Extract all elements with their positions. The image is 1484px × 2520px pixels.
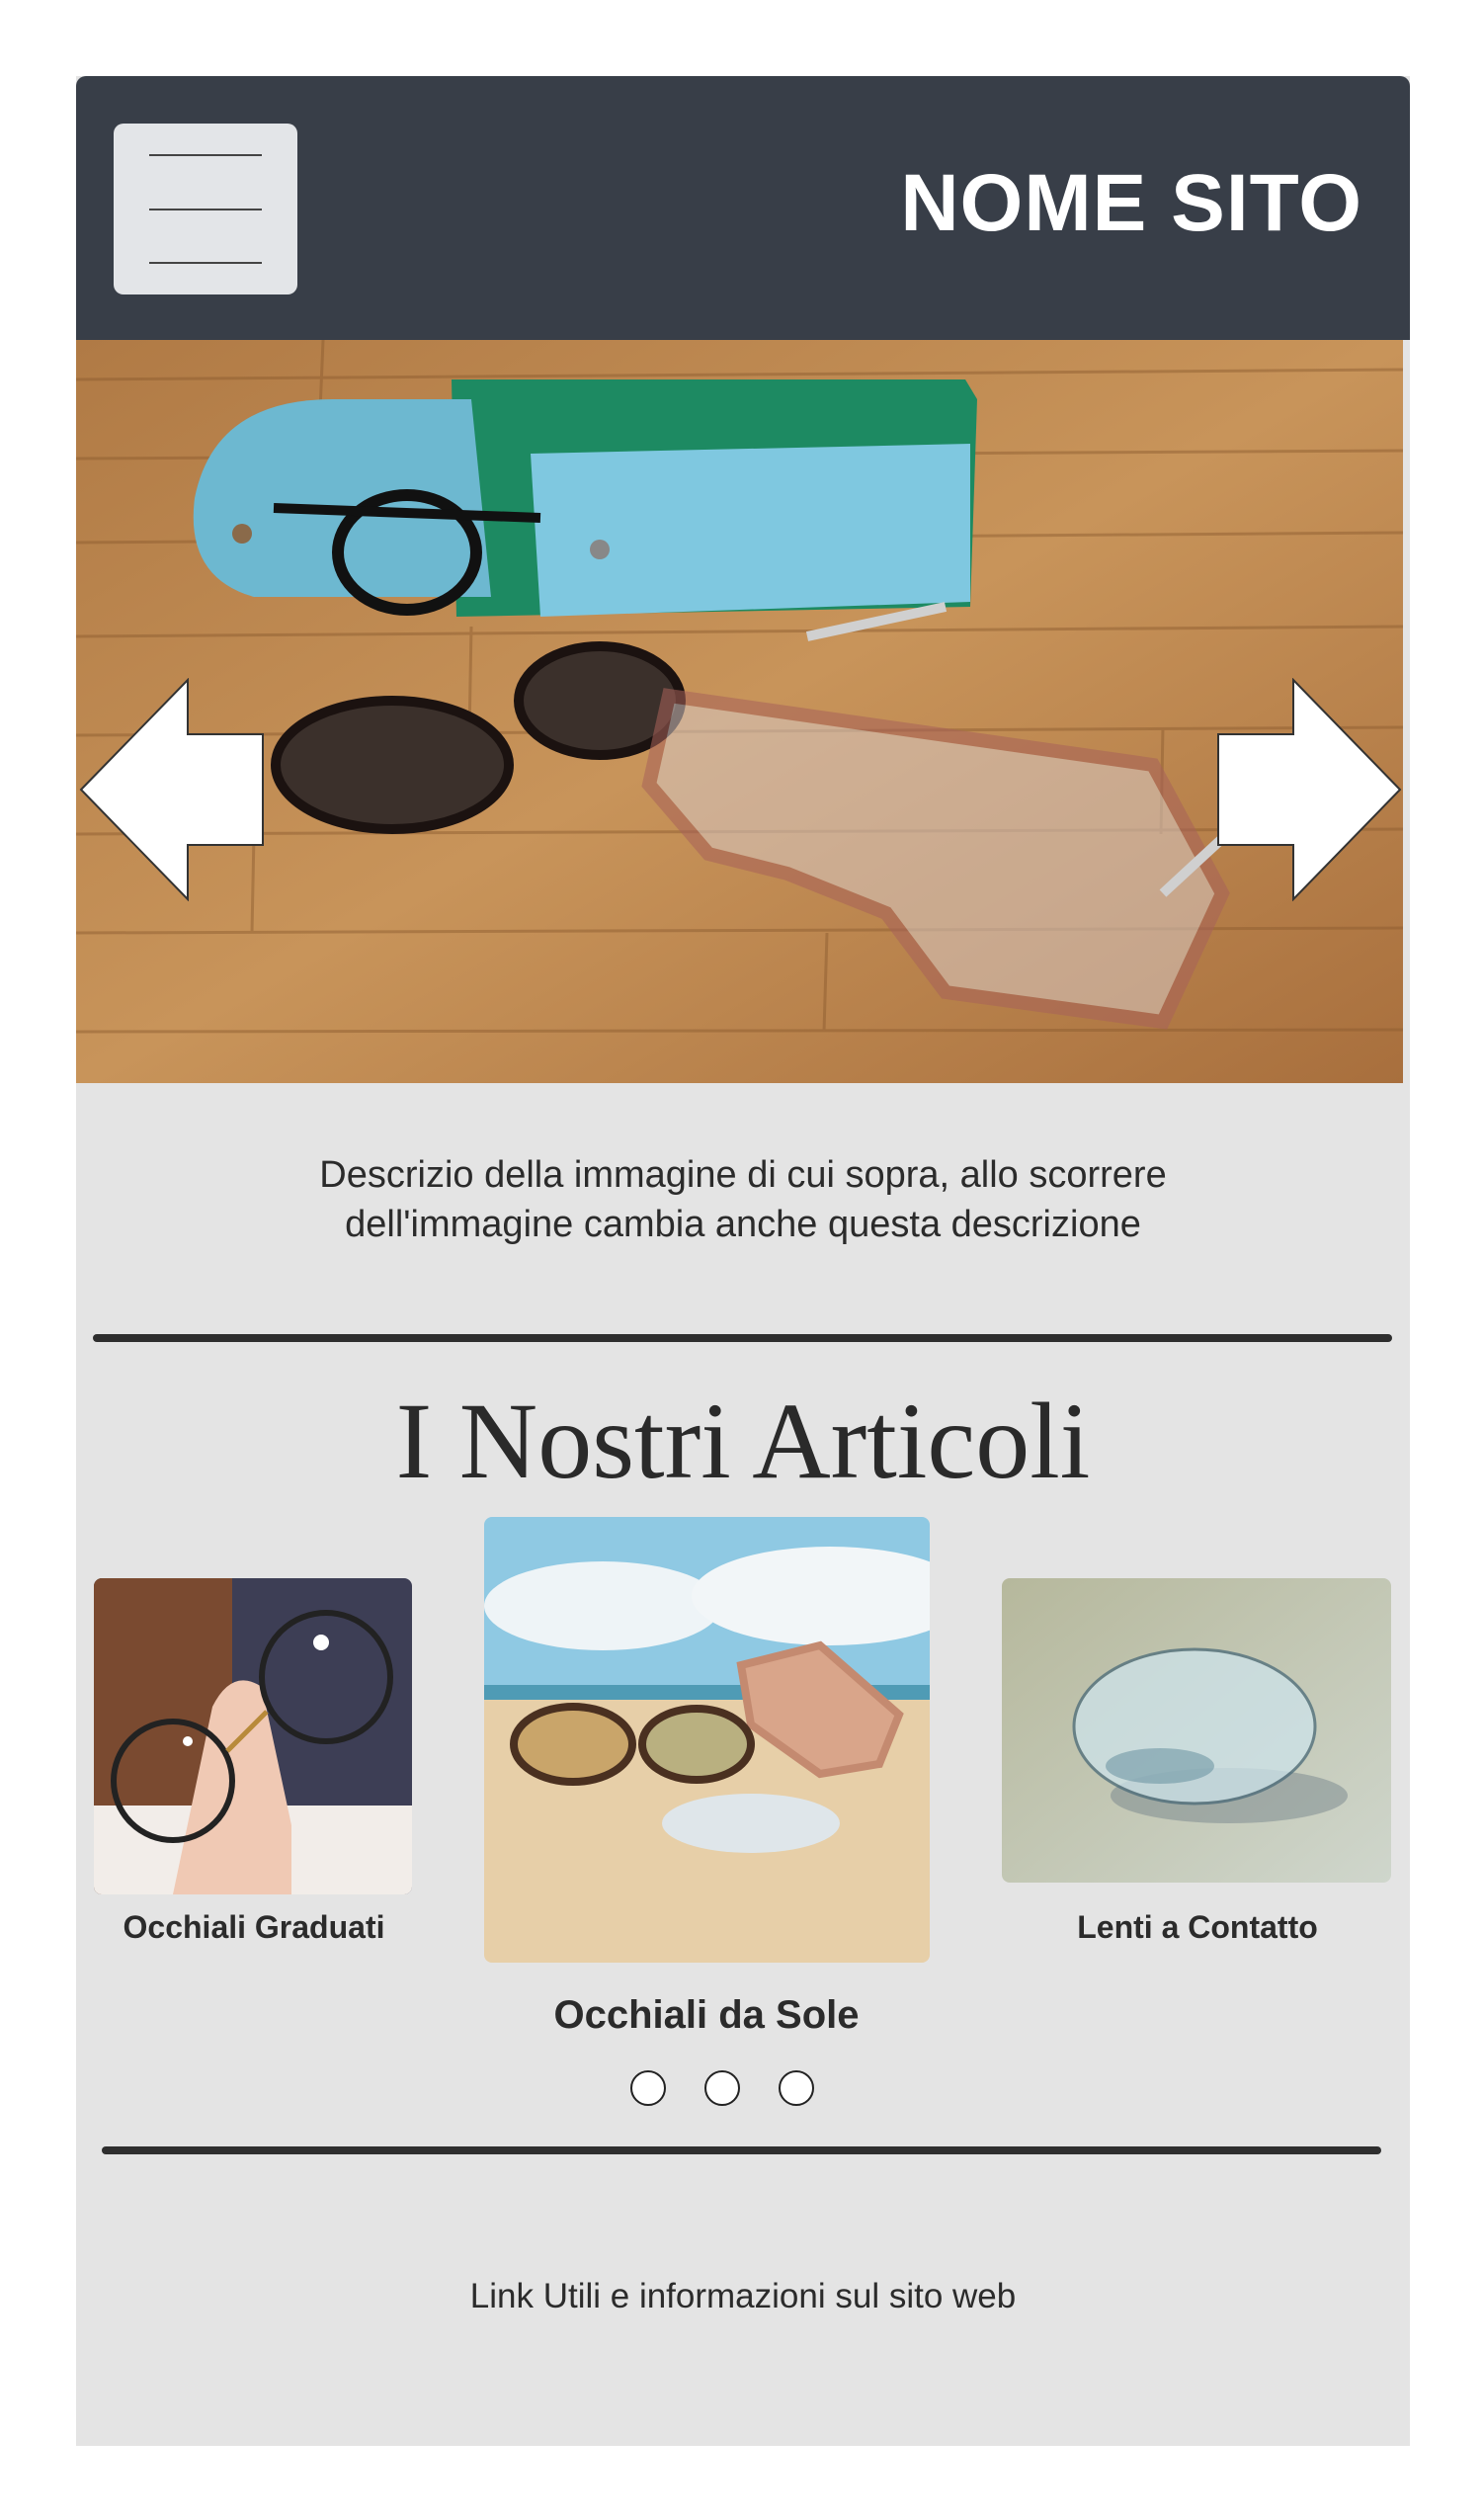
sunglasses-on-beach-image xyxy=(484,1517,930,1963)
card-image-lenti-a-contatto[interactable] xyxy=(1002,1578,1391,1883)
hero-description-line-2: dell'immagine cambia anche questa descri… xyxy=(345,1204,1141,1245)
footer-useful-links[interactable]: Link Utili e informazioni sul sito web xyxy=(76,2277,1410,2316)
carousel-dot-3[interactable] xyxy=(779,2070,814,2106)
card-image-occhiali-graduati[interactable] xyxy=(94,1578,412,1894)
hand-holding-eyeglasses-image xyxy=(94,1578,412,1894)
hamburger-menu-line xyxy=(149,262,262,264)
arrow-left-icon[interactable] xyxy=(79,678,265,901)
card-label-lenti-a-contatto[interactable]: Lenti a Contatto xyxy=(985,1909,1410,1946)
site-title: NOME SITO xyxy=(900,158,1362,248)
hamburger-menu-button[interactable] xyxy=(114,124,297,294)
card-label-occhiali-da-sole[interactable]: Occhiali da Sole xyxy=(459,1993,953,2038)
footer-divider xyxy=(102,2146,1381,2154)
hamburger-menu-icon xyxy=(149,154,262,156)
glasses-photo xyxy=(76,340,1403,1083)
hamburger-menu-line xyxy=(149,209,262,210)
section-divider xyxy=(93,1334,1392,1342)
arrow-right-icon[interactable] xyxy=(1216,678,1402,901)
contact-lens-image xyxy=(1002,1578,1391,1883)
hero-description-line-1: Descrizio della immagine di cui sopra, a… xyxy=(319,1154,1167,1196)
card-image-occhiali-da-sole[interactable] xyxy=(484,1517,930,1963)
carousel-dot-1[interactable] xyxy=(630,2070,666,2106)
articles-title: I Nostri Articoli xyxy=(395,1381,1091,1501)
page-container: NOME SITO Descrizio della immagine di cu… xyxy=(76,76,1410,2446)
carousel-dot-2[interactable] xyxy=(704,2070,740,2106)
card-label-occhiali-graduati[interactable]: Occhiali Graduati xyxy=(76,1909,432,1946)
site-header: NOME SITO xyxy=(76,76,1410,340)
hero-description: Descrizio della immagine di cui sopra, a… xyxy=(76,1150,1410,1249)
hero-slider-image xyxy=(76,340,1403,1083)
